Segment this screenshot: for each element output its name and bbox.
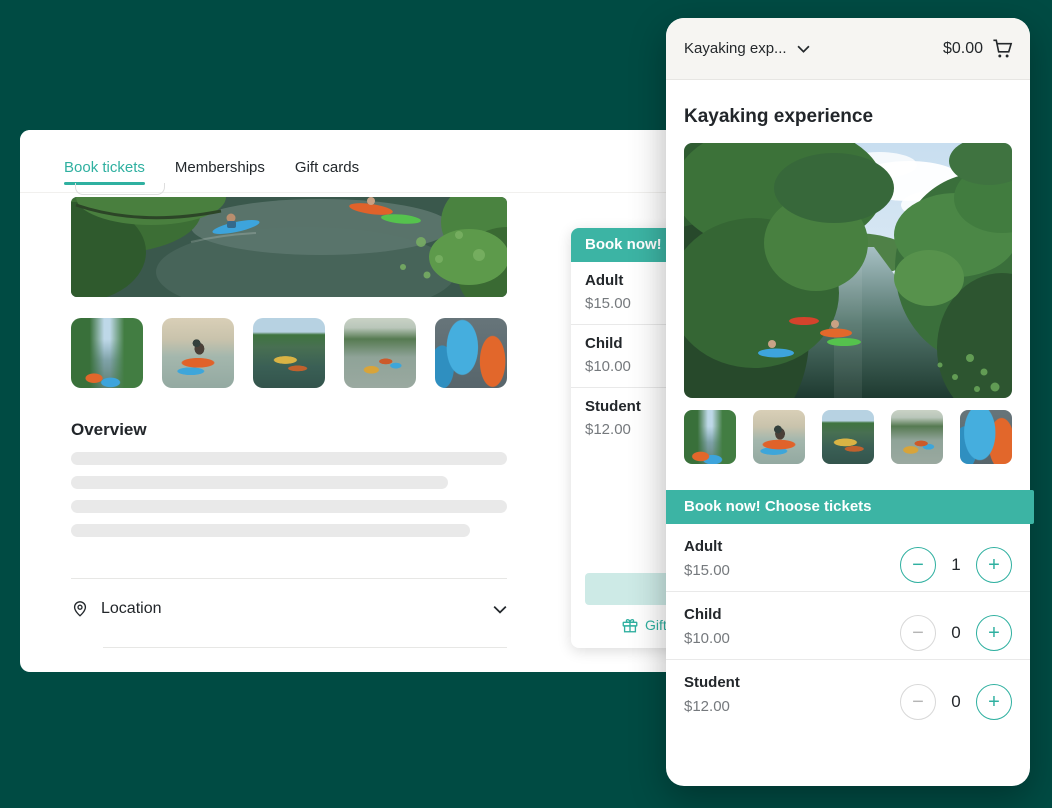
photo-thumbnail[interactable] [753,410,805,464]
quantity-stepper: − 1 + [900,539,1012,591]
gift-link[interactable]: Gift [621,616,667,634]
popup-header: Kayaking exp... $0.00 [666,18,1030,80]
text-placeholder-bar [71,500,507,513]
text-placeholder-bar [71,476,448,489]
location-pin-icon [71,600,89,618]
photo-thumbnail-strip [684,410,1012,464]
gift-link-label: Gift [645,617,667,633]
section-divider [71,578,507,579]
photo-thumbnail[interactable] [891,410,943,464]
photo-thumbnail[interactable] [435,318,507,388]
tab-book-tickets[interactable]: Book tickets [64,159,145,176]
ticket-name: Child [684,605,730,625]
overview-heading: Overview [71,420,147,440]
photo-thumbnail-strip [71,318,507,388]
ticket-price: $15.00 [684,561,730,581]
photo-thumbnail[interactable] [684,410,736,464]
book-now-banner: Book now! Choose tickets [666,490,1034,524]
cart-total: $0.00 [943,40,983,58]
quantity-stepper: − 0 + [900,675,1012,728]
scrolled-element-fragment [75,183,165,195]
quantity-value: 1 [948,555,964,575]
minus-button[interactable]: − [900,615,936,651]
text-placeholder-bar [71,452,507,465]
photo-thumbnail[interactable] [162,318,234,388]
minus-button[interactable]: − [900,684,936,720]
quantity-value: 0 [948,623,964,643]
tab-memberships[interactable]: Memberships [175,159,265,176]
cart-summary[interactable]: $0.00 [943,37,1014,60]
photo-thumbnail[interactable] [253,318,325,388]
tab-gift-cards[interactable]: Gift cards [295,159,359,176]
booking-widget-popup: Kayaking exp... $0.00 Kayakin [666,18,1030,786]
photo-thumbnail[interactable] [822,410,874,464]
event-photo [71,197,507,297]
plus-button[interactable]: + [976,547,1012,583]
ticket-row-student: Student $12.00 − 0 + [666,660,1030,728]
chevron-down-icon [797,45,810,53]
plus-button[interactable]: + [976,615,1012,651]
overview-placeholder-text [71,452,507,548]
quantity-stepper: − 0 + [900,607,1012,659]
ticket-row-child: Child $10.00 − 0 + [666,592,1030,660]
event-selector-dropdown[interactable]: Kayaking exp... [684,40,810,57]
ticket-name: Student [684,673,740,693]
location-label: Location [101,600,162,618]
chevron-down-icon [493,605,507,614]
ticket-list: Adult $15.00 − 1 + Child $10.00 − 0 [666,524,1030,728]
location-accordion[interactable]: Location [71,586,507,632]
ticket-row-adult: Adult $15.00 − 1 + [666,524,1030,592]
text-placeholder-bar [71,524,470,537]
event-selector-label: Kayaking exp... [684,40,787,57]
event-title: Kayaking experience [684,106,873,128]
ticket-name: Adult [684,537,730,557]
quantity-value: 0 [948,692,964,712]
photo-thumbnail[interactable] [344,318,416,388]
photo-thumbnail[interactable] [71,318,143,388]
cart-icon [991,37,1014,60]
photo-thumbnail[interactable] [960,410,1012,464]
inset-divider [103,647,507,648]
ticket-price: $10.00 [684,629,730,649]
gift-icon [621,616,639,634]
plus-button[interactable]: + [976,684,1012,720]
event-photo-large [684,143,1012,398]
minus-button[interactable]: − [900,547,936,583]
ticket-price: $12.00 [684,697,740,717]
widget-preview-stage: Book tickets Memberships Gift cards [0,0,1052,808]
